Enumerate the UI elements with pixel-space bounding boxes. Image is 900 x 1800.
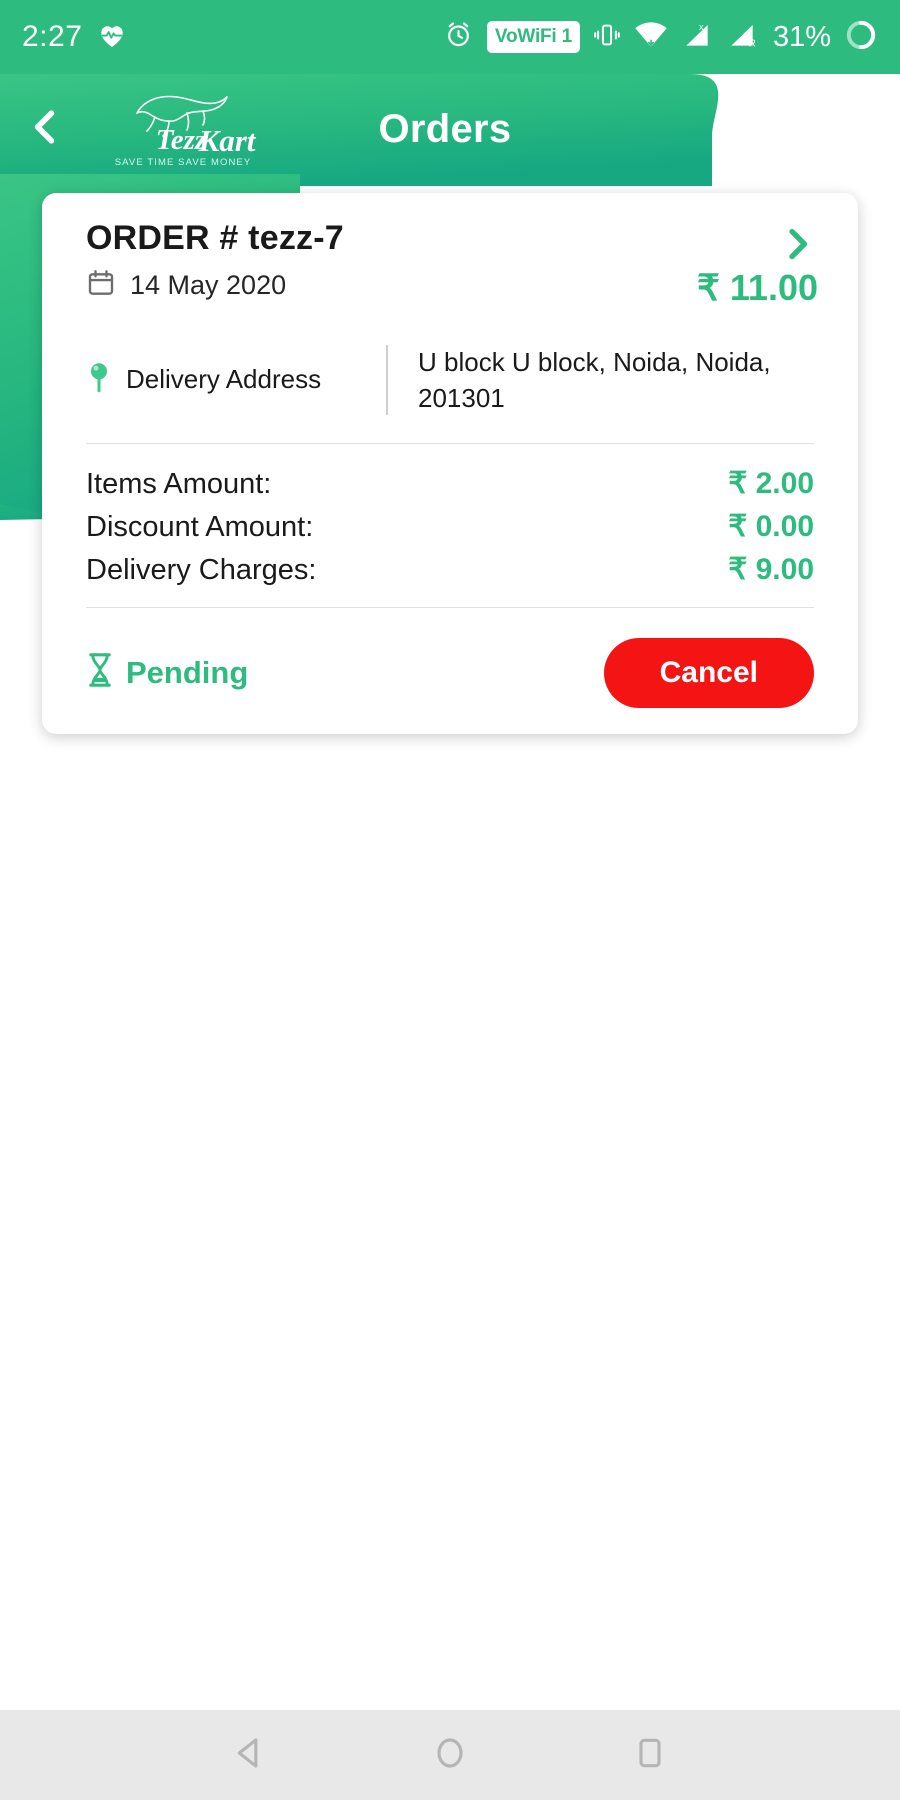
- order-card[interactable]: ORDER # tezz-7 14 May 2020 ₹ 11.00 Deliv…: [42, 193, 858, 734]
- amount-label: Discount Amount:: [86, 510, 314, 543]
- battery-circle-icon: [844, 18, 878, 57]
- calendar-icon: [86, 268, 116, 303]
- heart-pulse-icon: [96, 19, 128, 56]
- location-pin-icon: [86, 361, 112, 398]
- status-bar-left: 2:27: [22, 19, 128, 56]
- svg-text:R: R: [749, 38, 756, 49]
- status-time: 2:27: [22, 20, 83, 53]
- address-divider: [386, 345, 388, 415]
- app-bar: Tezz Kart SAVE TIME SAVE MONEY Orders: [0, 74, 900, 184]
- order-status-row: Pending Cancel: [86, 608, 814, 708]
- nav-home-button[interactable]: [415, 1720, 485, 1790]
- order-total: ₹ 11.00: [696, 267, 818, 308]
- amount-label: Delivery Charges:: [86, 553, 317, 586]
- android-nav-bar: [0, 1710, 900, 1800]
- vowifi-badge: VoWiFi 1: [486, 21, 580, 53]
- recents-square-icon: [630, 1733, 670, 1778]
- cancel-order-button[interactable]: Cancel: [603, 637, 814, 708]
- order-date: 14 May 2020: [130, 270, 287, 300]
- battery-percent: 31%: [772, 20, 831, 53]
- amount-value: ₹ 9.00: [728, 552, 814, 586]
- order-card-header: ORDER # tezz-7 14 May 2020 ₹ 11.00: [86, 219, 818, 308]
- nav-recents-button[interactable]: [615, 1720, 685, 1790]
- delivery-address-label-wrap: Delivery Address: [86, 343, 386, 417]
- order-id: ORDER # tezz-7: [86, 219, 344, 257]
- app-logo: Tezz Kart SAVE TIME SAVE MONEY: [92, 86, 272, 172]
- order-status-text: Pending: [126, 654, 249, 690]
- alarm-icon: [443, 19, 474, 55]
- amounts-list: Items Amount: ₹ 2.00 Discount Amount: ₹ …: [86, 444, 814, 607]
- status-bar-right: VoWiFi 1 x R 31%: [443, 18, 878, 57]
- back-button[interactable]: [14, 98, 76, 160]
- nav-back-button[interactable]: [215, 1720, 285, 1790]
- vibrate-icon: [593, 21, 621, 54]
- amount-value: ₹ 2.00: [728, 466, 814, 500]
- delivery-address-block: Delivery Address U block U block, Noida,…: [86, 343, 814, 443]
- amount-label: Items Amount:: [86, 467, 272, 500]
- wifi-icon: [634, 21, 668, 54]
- amount-row: Delivery Charges: ₹ 9.00: [86, 548, 814, 591]
- back-triangle-icon: [230, 1733, 270, 1778]
- order-detail-button[interactable]: [772, 221, 822, 271]
- amount-row: Items Amount: ₹ 2.00: [86, 462, 814, 505]
- svg-text:Kart: Kart: [197, 123, 256, 158]
- page-title: Orders: [378, 106, 512, 151]
- home-circle-icon: [430, 1733, 470, 1778]
- chevron-left-icon: [23, 105, 67, 154]
- phone-screen: 2:27 VoWiFi 1 x R 31% Tezz Kart SAVE TIM…: [0, 0, 900, 1800]
- signal-sim2-icon: R: [726, 20, 758, 55]
- delivery-address-value: U block U block, Noida, Noida, 201301: [418, 347, 771, 413]
- svg-text:SAVE TIME SAVE MONEY: SAVE TIME SAVE MONEY: [114, 157, 251, 168]
- amount-value: ₹ 0.00: [728, 509, 814, 543]
- amount-row: Discount Amount: ₹ 0.00: [86, 505, 814, 548]
- order-status: Pending: [86, 653, 248, 692]
- svg-text:x: x: [699, 21, 704, 31]
- hourglass-icon: [86, 653, 114, 692]
- delivery-address-label: Delivery Address: [126, 364, 322, 395]
- signal-sim1-icon: x: [681, 20, 713, 55]
- chevron-right-icon: [777, 224, 817, 269]
- status-bar: 2:27 VoWiFi 1 x R 31%: [0, 0, 900, 74]
